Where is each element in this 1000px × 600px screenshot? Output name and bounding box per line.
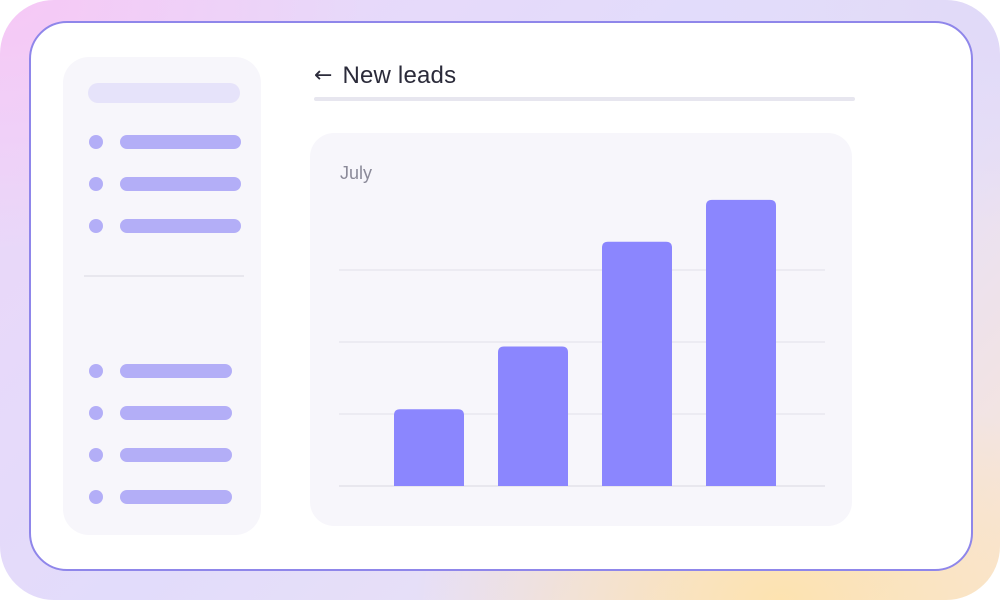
sidebar-item-label-placeholder xyxy=(120,177,241,191)
header-divider xyxy=(314,97,855,101)
sidebar-item-icon xyxy=(89,177,103,191)
sidebar-item-label-placeholder xyxy=(120,448,232,462)
sidebar-item-label-placeholder xyxy=(120,219,241,233)
page-header: ← New leads xyxy=(314,60,456,92)
chart-card: July xyxy=(310,133,852,526)
back-arrow-icon[interactable]: ← xyxy=(314,65,332,87)
sidebar-item-label-placeholder xyxy=(120,135,241,149)
sidebar-item-icon xyxy=(89,406,103,420)
sidebar-header-placeholder xyxy=(88,83,240,103)
sidebar-item-icon xyxy=(89,490,103,504)
sidebar-divider xyxy=(84,275,244,277)
chart-bar-4[interactable] xyxy=(706,199,776,486)
sidebar-item-label-placeholder xyxy=(120,364,232,378)
chart-bar-2[interactable] xyxy=(498,346,568,486)
sidebar-item-icon xyxy=(89,135,103,149)
sidebar-item-icon xyxy=(89,364,103,378)
chart-bar-1[interactable] xyxy=(394,409,464,486)
sidebar xyxy=(63,57,261,535)
sidebar-item-icon xyxy=(89,448,103,462)
chart-bar-3[interactable] xyxy=(602,241,672,486)
sidebar-item-label-placeholder xyxy=(120,490,232,504)
page-title: New leads xyxy=(342,62,457,89)
sidebar-item-label-placeholder xyxy=(120,406,232,420)
sidebar-item-icon xyxy=(89,219,103,233)
bar-chart xyxy=(339,199,825,487)
